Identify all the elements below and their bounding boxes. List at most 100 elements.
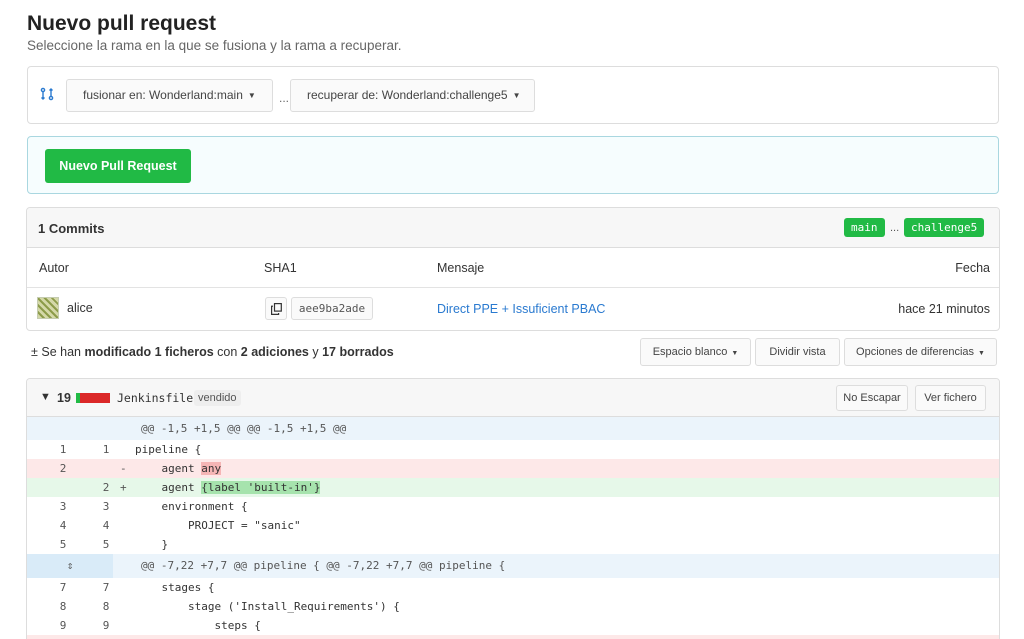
copy-sha-button[interactable]: [265, 297, 287, 320]
diff-hunk-header: ⇕ @@ -7,22 +7,7 @@ pipeline { @@ -7,22 +7…: [27, 554, 999, 578]
diff-line: 9 9 steps {: [27, 616, 999, 635]
commit-message[interactable]: Direct PPE + Issuficient PBAC: [437, 302, 605, 316]
merge-into-label: fusionar en: Wonderland:main: [83, 88, 243, 102]
diff-options-button[interactable]: Opciones de diferencias ▼: [844, 338, 997, 366]
diff-line: 1 1 pipeline {: [27, 440, 999, 459]
diff-stat-bar: [76, 393, 110, 403]
summary-deletions: 17 borrados: [322, 345, 394, 359]
chevron-down-icon[interactable]: ▼: [40, 391, 51, 403]
file-changes-count: 19: [57, 391, 71, 405]
head-branch-tag[interactable]: challenge5: [904, 218, 985, 237]
old-line-number: 5: [59, 538, 67, 551]
commit-date: hace 21 minutos: [898, 302, 990, 316]
code-text: PROJECT = "sanic": [135, 519, 301, 532]
code-text: }: [135, 538, 169, 551]
diff-summary: ± Se han modificado 1 ficheros con 2 adi…: [31, 345, 394, 359]
column-message: Mensaje: [437, 261, 485, 275]
code-text: environment {: [135, 500, 248, 513]
code-line: stage ('Install_Requirements') {: [135, 597, 400, 616]
code-text: pipeline {: [135, 443, 202, 456]
old-line-number: 2: [59, 462, 67, 475]
column-sha: SHA1: [264, 261, 297, 275]
old-line-number: 10: [53, 635, 73, 639]
column-date: Fecha: [955, 261, 990, 275]
new-line-number: 4: [102, 519, 110, 532]
avatar[interactable]: [37, 297, 59, 319]
pull-from-label: recuperar de: Wonderland:challenge5: [307, 88, 508, 102]
diff-stat-additions: [76, 393, 80, 403]
summary-additions: 2 adiciones: [240, 345, 309, 359]
commit-author[interactable]: alice: [67, 301, 93, 315]
diff-line: 8 8 stage ('Install_Requirements') {: [27, 597, 999, 616]
code-line: PROJECT = "sanic": [135, 516, 301, 535]
code-line: environment {: [135, 497, 248, 516]
commits-count: 1 Commits: [38, 221, 105, 236]
branch-selector: fusionar en: Wonderland:main ▼ ... recupe…: [27, 66, 999, 124]
new-line-number: 1: [102, 443, 110, 456]
page-title: Nuevo pull request: [27, 12, 217, 35]
summary-modified: modificado 1 ficheros: [84, 345, 214, 359]
new-pull-request-button[interactable]: Nuevo Pull Request: [45, 149, 191, 183]
view-file-button[interactable]: Ver fichero: [915, 385, 986, 411]
code-line: agent any: [135, 459, 222, 478]
new-line-number: 8: [102, 600, 110, 613]
diff-sign: -: [120, 635, 127, 639]
code-text: stages {: [135, 581, 215, 594]
expand-icon[interactable]: ⇕: [27, 554, 113, 578]
code-highlight: any: [201, 462, 222, 475]
old-line-number: 1: [59, 443, 67, 456]
code-text: steps {: [135, 619, 261, 632]
merge-into-dropdown[interactable]: fusionar en: Wonderland:main ▼: [66, 79, 273, 112]
caret-down-icon: ▼: [731, 350, 739, 357]
new-line-number: 9: [102, 619, 110, 632]
code-text: agent: [135, 462, 202, 475]
new-line-number: 7: [102, 581, 110, 594]
diff-line: 2 - agent any: [27, 459, 999, 478]
base-branch-tag[interactable]: main: [844, 218, 885, 237]
commits-column-headers: Autor SHA1 Mensaje Fecha: [27, 248, 999, 288]
diff-line: 2 + agent {label 'built-in'}: [27, 478, 999, 497]
caret-down-icon: ▼: [247, 91, 256, 101]
commit-sha[interactable]: aee9ba2ade: [291, 297, 373, 320]
diff-line: 5 5 }: [27, 535, 999, 554]
whitespace-button[interactable]: Espacio blanco ▼: [640, 338, 751, 366]
diff-line: 3 3 environment {: [27, 497, 999, 516]
diff-sign: -: [120, 462, 127, 475]
create-pr-panel: Nuevo Pull Request: [27, 136, 999, 194]
old-line-number: 3: [59, 500, 67, 513]
new-line-number: 5: [102, 538, 110, 551]
old-line-number: 4: [59, 519, 67, 532]
old-line-number: 8: [59, 600, 67, 613]
code-line: pipeline {: [135, 440, 201, 459]
new-line-number: 2: [102, 481, 110, 494]
commits-table: 1 Commits main ... challenge5 Autor SHA1…: [26, 207, 1000, 331]
code-line: steps {: [135, 616, 261, 635]
column-author: Autor: [39, 261, 69, 275]
diff-body: @@ -1,5 +1,5 @@ @@ -1,5 +1,5 @@ 1 1 pipelin…: [27, 417, 999, 639]
code-line: agent {label 'built-in'}: [135, 478, 321, 497]
copy-icon: [271, 303, 282, 315]
plus-minus-icon: ±: [31, 345, 38, 359]
summary-with: con: [217, 345, 238, 359]
pull-from-dropdown[interactable]: recuperar de: Wonderland:challenge5 ▼: [290, 79, 535, 112]
code-line: @@ -1,5 +1,5 @@ @@ -1,5 +1,5 @@: [141, 417, 346, 440]
caret-down-icon: ▼: [512, 91, 521, 101]
code-text: agent: [135, 481, 202, 494]
diff-sign: +: [120, 481, 127, 494]
file-header: ▼ 19 Jenkinsfile vendido No Escapar Ver …: [27, 379, 999, 417]
diff-line: 10 - sh """: [27, 635, 999, 639]
git-compare-icon[interactable]: [40, 87, 56, 103]
old-line-number: 9: [59, 619, 67, 632]
whitespace-label: Espacio blanco: [652, 346, 728, 358]
vendored-badge: vendido: [194, 390, 241, 406]
file-name: Jenkinsfile: [117, 391, 194, 405]
diff-line: 4 4 PROJECT = "sanic": [27, 516, 999, 535]
diff-options-label: Opciones de diferencias: [856, 346, 975, 358]
code-line: @@ -7,22 +7,7 @@ pipeline { @@ -7,22 +7,…: [141, 554, 505, 578]
code-highlight: {label 'built-in'}: [201, 481, 321, 494]
split-view-button[interactable]: Dividir vista: [755, 338, 840, 366]
no-escape-button[interactable]: No Escapar: [836, 385, 908, 411]
diff-hunk-header: @@ -1,5 +1,5 @@ @@ -1,5 +1,5 @@: [27, 417, 999, 440]
code-line: sh """: [135, 635, 281, 639]
table-row: alice aee9ba2ade Direct PPE + Issuficien…: [27, 288, 999, 330]
